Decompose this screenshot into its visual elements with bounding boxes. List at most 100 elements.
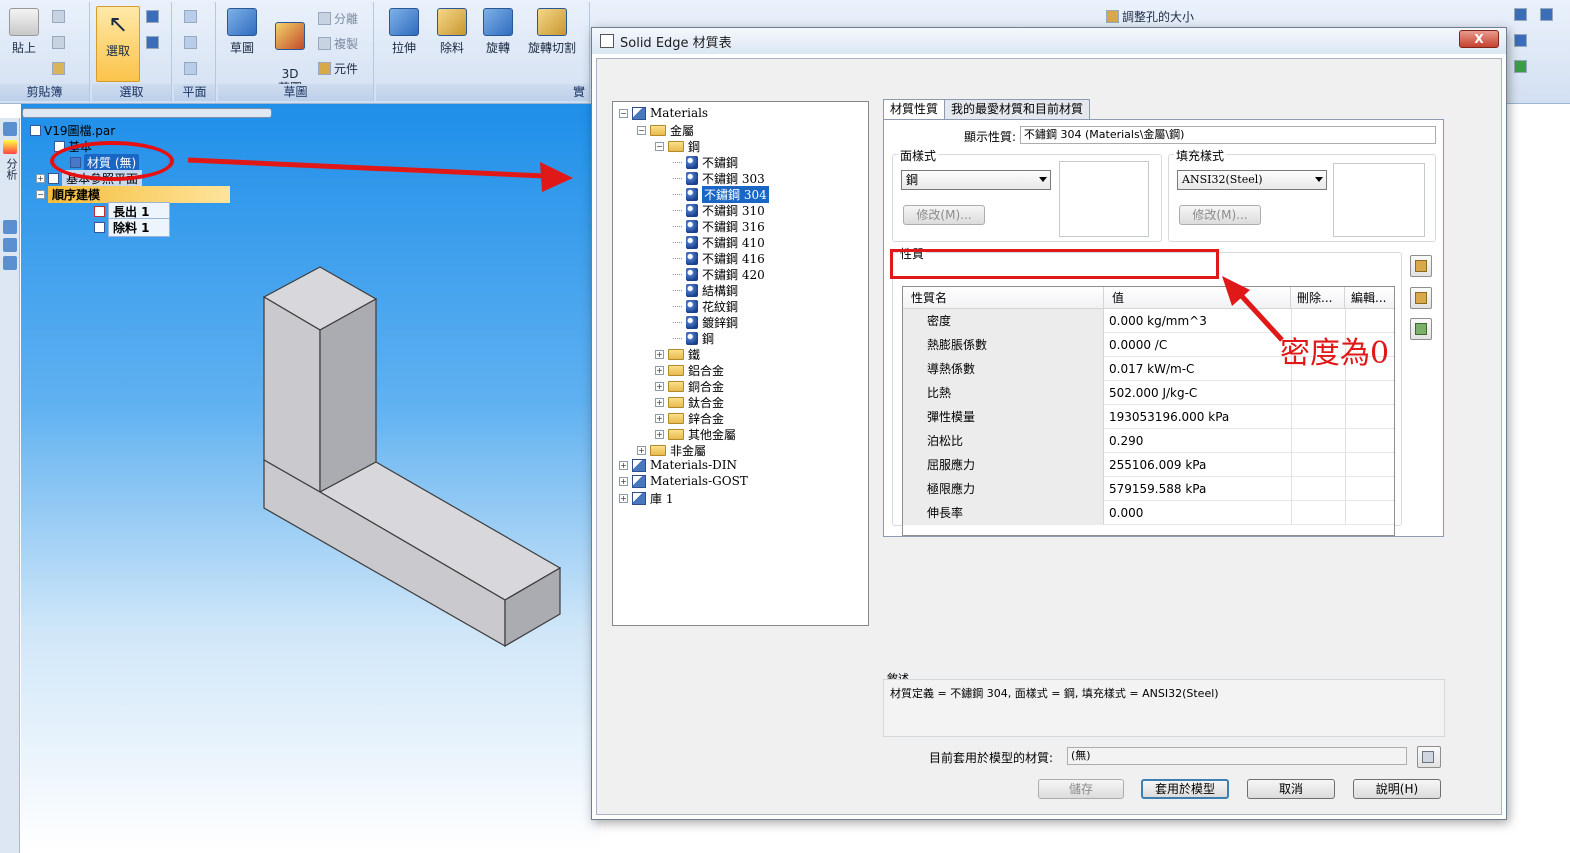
export-property-icon[interactable] xyxy=(1410,318,1432,340)
property-value[interactable]: 0.017 kW/m-C xyxy=(1109,357,1194,381)
add-property-icon[interactable] xyxy=(1410,287,1432,309)
delete-cell[interactable] xyxy=(1291,501,1292,525)
zoom-icon[interactable] xyxy=(1514,8,1527,21)
tree-material-item[interactable]: 不鏽鋼 303 xyxy=(673,170,765,187)
delete-cell[interactable] xyxy=(1291,429,1292,453)
tree-cut1[interactable]: 除料 1 xyxy=(94,218,170,237)
edit-cell[interactable] xyxy=(1345,405,1346,429)
extrude-button[interactable]: 拉伸 xyxy=(384,8,424,56)
pan-icon[interactable] xyxy=(1514,60,1527,73)
expand-icon[interactable]: + xyxy=(655,430,664,439)
tree-materials[interactable]: − Materials xyxy=(619,106,708,120)
tree-material-item[interactable]: 不鏽鋼 410 xyxy=(673,234,765,251)
header-value[interactable]: 值 xyxy=(1104,287,1291,309)
expand-icon[interactable]: + xyxy=(655,350,664,359)
plane-icon[interactable] xyxy=(184,10,197,23)
property-row[interactable]: 比熱 502.000 J/kg-C xyxy=(903,381,1394,405)
property-value[interactable]: 0.000 kg/mm^3 xyxy=(1109,309,1207,333)
expand-icon[interactable]: + xyxy=(655,414,664,423)
collapse-icon[interactable]: − xyxy=(36,190,45,199)
apply-to-model-button[interactable]: 套用於模型 xyxy=(1141,779,1229,799)
fit-icon[interactable] xyxy=(1540,8,1553,21)
copy-icon[interactable] xyxy=(52,36,65,49)
rotate-view-icon[interactable] xyxy=(1514,34,1527,47)
format-painter-icon[interactable] xyxy=(52,62,65,75)
tree-metal-category[interactable]: + 銅合金 xyxy=(655,378,724,395)
tree-metal-category[interactable]: + 鋅合金 xyxy=(655,410,724,427)
cut-icon[interactable] xyxy=(52,10,65,23)
revolve-cut-button[interactable]: 旋轉切割 xyxy=(522,8,582,56)
cancel-button[interactable]: 取消 xyxy=(1247,779,1335,799)
tree-metals[interactable]: − 金屬 xyxy=(637,122,694,139)
tree-library[interactable]: + Materials-DIN xyxy=(619,458,737,472)
pathfinder-icon[interactable] xyxy=(3,122,17,136)
coordinate-icon[interactable] xyxy=(184,62,197,75)
tree-metal-category[interactable]: + 其他金屬 xyxy=(655,426,736,443)
material-tree[interactable]: − Materials − 金屬 − 鋼不鏽鋼 不鏽鋼 303 不鏽鋼 304 不鏽鋼 310 不… xyxy=(612,101,869,626)
edit-cell[interactable] xyxy=(1345,501,1346,525)
edit-cell[interactable] xyxy=(1345,477,1346,501)
tree-material-item[interactable]: 鍍鋅鋼 xyxy=(673,314,738,331)
tab-favorites[interactable]: 我的最愛材質和目前材質 xyxy=(944,99,1091,119)
expand-icon[interactable]: + xyxy=(655,398,664,407)
help-button[interactable]: 說明(H) xyxy=(1353,779,1441,799)
import-property-icon[interactable] xyxy=(1410,255,1432,277)
property-value[interactable]: 579159.588 kPa xyxy=(1109,477,1206,501)
checkbox-icon[interactable] xyxy=(48,173,59,184)
expand-icon[interactable]: + xyxy=(637,446,646,455)
tree-metal-category[interactable]: + 鐵 xyxy=(655,346,700,363)
property-value[interactable]: 255106.009 kPa xyxy=(1109,453,1206,477)
edit-cell[interactable] xyxy=(1345,453,1346,477)
fill-style-select[interactable]: ANSI32(Steel) xyxy=(1177,170,1327,190)
face-style-modify-button[interactable]: 修改(M)... xyxy=(903,205,985,225)
property-value[interactable]: 0.000 xyxy=(1109,501,1143,525)
sensors-icon[interactable] xyxy=(3,256,17,270)
delete-cell[interactable] xyxy=(1291,477,1292,501)
tree-material-item[interactable]: 不鏽鋼 304 xyxy=(673,186,769,203)
tree-metal-category[interactable]: + 鈦合金 xyxy=(655,394,724,411)
tree-material-item[interactable]: 結構鋼 xyxy=(673,282,738,299)
tree-material-item[interactable]: 花紋鋼 xyxy=(673,298,738,315)
pick-material-icon[interactable] xyxy=(1417,746,1441,768)
header-property-name[interactable]: 性質名 xyxy=(903,287,1104,309)
property-row[interactable]: 彈性模量 193053196.000 kPa xyxy=(903,405,1394,429)
header-delete[interactable]: 刪除... xyxy=(1291,287,1345,309)
filter-icon[interactable] xyxy=(146,10,159,23)
property-value[interactable]: 502.000 J/kg-C xyxy=(1109,381,1197,405)
part-button[interactable]: 元件 xyxy=(318,60,358,77)
property-value[interactable]: 0.0000 /C xyxy=(1109,333,1167,357)
collapse-icon[interactable]: − xyxy=(619,108,628,118)
tree-material-item[interactable]: 不鏽鋼 310 xyxy=(673,202,765,219)
expand-icon[interactable]: + xyxy=(619,476,628,486)
tab-material-properties[interactable]: 材質性質 xyxy=(883,99,946,120)
edit-cell[interactable] xyxy=(1345,381,1346,405)
relations-icon[interactable] xyxy=(3,238,17,252)
expand-icon[interactable]: + xyxy=(36,174,45,183)
sketch-button[interactable]: 草圖 xyxy=(224,8,260,56)
tree-ordered[interactable]: − 順序建模 xyxy=(36,186,230,203)
paste-button[interactable]: 貼上 xyxy=(6,8,42,56)
property-row[interactable]: 屈服應力 255106.009 kPa xyxy=(903,453,1394,477)
fill-style-modify-button[interactable]: 修改(M)... xyxy=(1179,205,1261,225)
display-prop-field[interactable]: 不鏽鋼 304 (Materials\金屬\鋼) xyxy=(1020,126,1436,144)
tree-steel[interactable]: − 鋼 xyxy=(655,138,700,155)
property-row[interactable]: 伸長率 0.000 xyxy=(903,501,1394,525)
analysis-icon[interactable] xyxy=(3,140,17,154)
edit-cell[interactable] xyxy=(1345,429,1346,453)
adjust-hole-button[interactable]: 調整孔的大小 xyxy=(1106,8,1194,25)
cut-button[interactable]: 除料 xyxy=(432,8,472,56)
delete-cell[interactable] xyxy=(1291,453,1292,477)
select-tool-icon[interactable] xyxy=(146,36,159,49)
property-value[interactable]: 193053196.000 kPa xyxy=(1109,405,1229,429)
save-button[interactable]: 儲存 xyxy=(1038,779,1124,799)
delete-cell[interactable] xyxy=(1291,381,1292,405)
expand-icon[interactable]: + xyxy=(655,382,664,391)
tree-non-metals[interactable]: + 非金屬 xyxy=(637,442,706,459)
select-button[interactable]: ↖ 選取 xyxy=(96,6,140,82)
layers-icon[interactable] xyxy=(3,220,17,234)
property-row[interactable]: 極限應力 579159.588 kPa xyxy=(903,477,1394,501)
expand-icon[interactable]: + xyxy=(619,460,628,470)
dialog-titlebar[interactable]: Solid Edge 材質表 xyxy=(592,28,1506,54)
collapse-icon[interactable]: − xyxy=(655,142,664,151)
header-edit[interactable]: 編輯... xyxy=(1345,287,1396,309)
